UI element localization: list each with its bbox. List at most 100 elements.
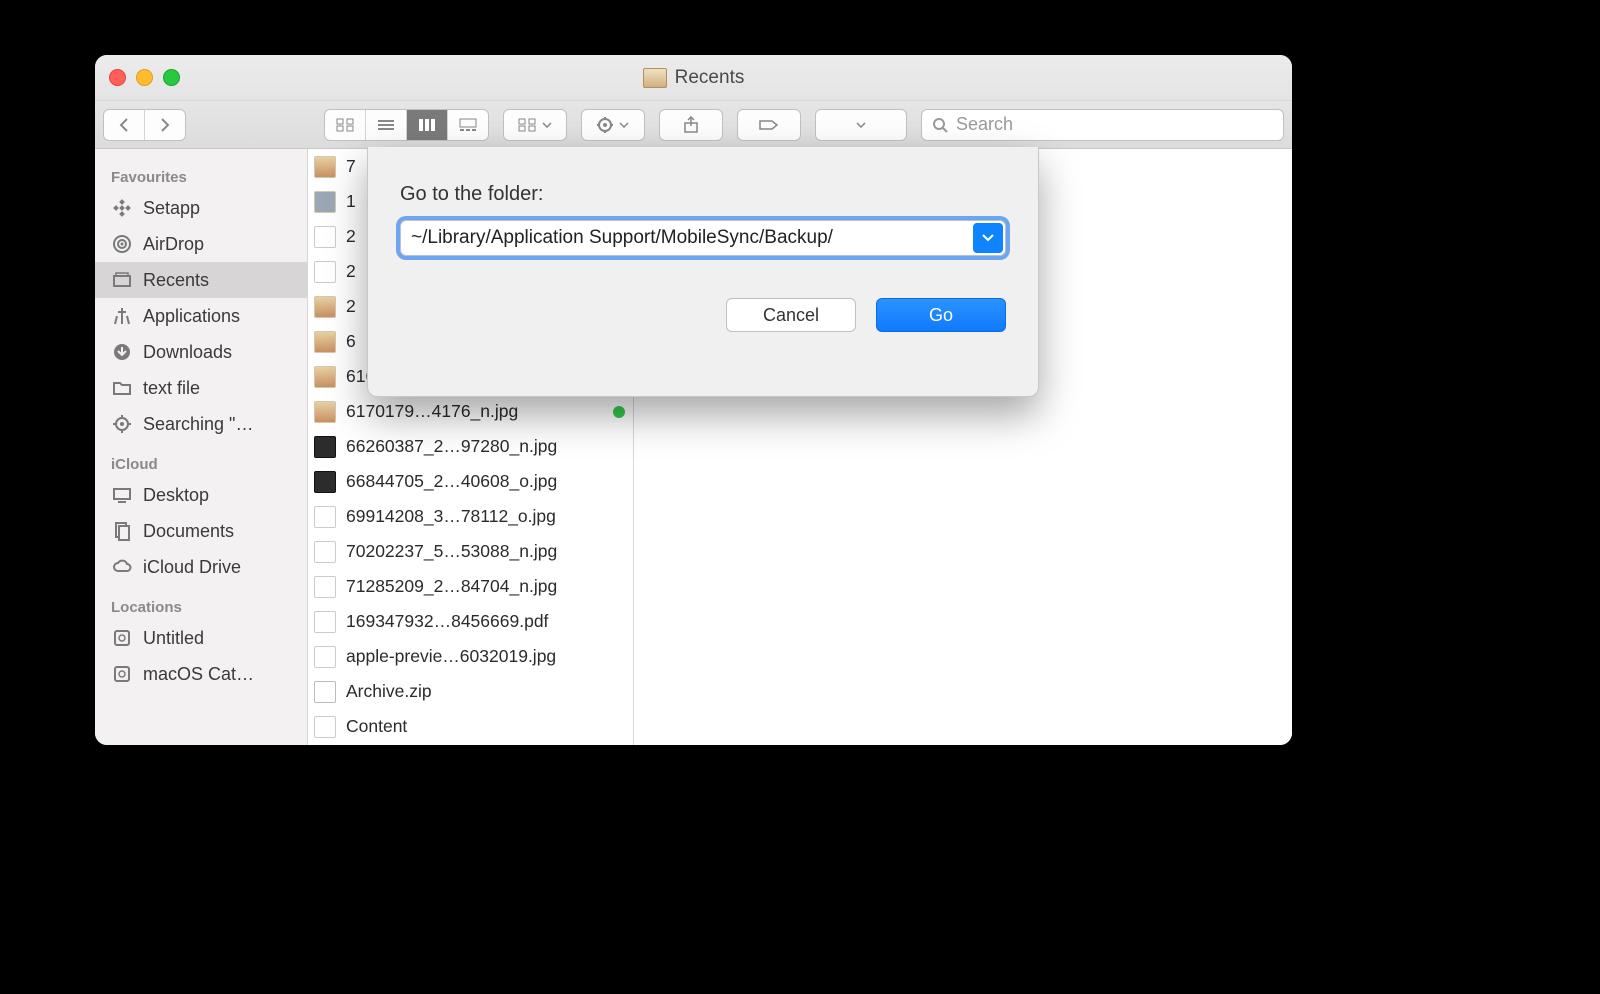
- gear-icon: [111, 413, 133, 435]
- sidebar-item-label: AirDrop: [143, 234, 204, 255]
- sidebar-item-label: Desktop: [143, 485, 209, 506]
- dropdown-button[interactable]: [815, 109, 907, 141]
- file-name: 69914208_3…78112_o.jpg: [346, 506, 556, 527]
- file-thumbnail-icon: [314, 506, 336, 528]
- window-title: Recents: [675, 67, 745, 89]
- back-button[interactable]: [104, 110, 145, 140]
- tags-button[interactable]: [737, 109, 801, 141]
- sidebar-item-applications[interactable]: Applications: [95, 298, 307, 334]
- sidebar-item-desktop[interactable]: Desktop: [95, 477, 307, 513]
- sidebar-item-downloads[interactable]: Downloads: [95, 334, 307, 370]
- sidebar-item-macos-cat-[interactable]: macOS Cat…: [95, 656, 307, 692]
- sidebar-item-airdrop[interactable]: AirDrop: [95, 226, 307, 262]
- file-name: 7: [346, 156, 356, 177]
- sidebar-item-searching-[interactable]: Searching "…: [95, 406, 307, 442]
- file-row[interactable]: Content: [308, 744, 633, 745]
- file-name: 2: [346, 296, 356, 317]
- sidebar-item-label: iCloud Drive: [143, 557, 241, 578]
- file-thumbnail-icon: [314, 156, 336, 178]
- file-row[interactable]: 69914208_3…78112_o.jpg: [308, 499, 633, 534]
- file-row[interactable]: 169347932…8456669.pdf: [308, 604, 633, 639]
- sidebar: Favourites Setapp AirDrop Recents Applicatio…: [95, 149, 308, 745]
- file-row[interactable]: 66844705_2…40608_o.jpg: [308, 464, 633, 499]
- file-name: 2: [346, 226, 356, 247]
- file-row[interactable]: 70202237_5…53088_n.jpg: [308, 534, 633, 569]
- disk-icon: [111, 663, 133, 685]
- sidebar-heading: iCloud: [95, 442, 307, 477]
- go-button[interactable]: Go: [876, 298, 1006, 332]
- documents-icon: [111, 520, 133, 542]
- file-name: 2: [346, 261, 356, 282]
- sidebar-item-documents[interactable]: Documents: [95, 513, 307, 549]
- file-thumbnail-icon: [314, 366, 336, 388]
- list-view-button[interactable]: [366, 110, 407, 140]
- file-name: 66844705_2…40608_o.jpg: [346, 471, 557, 492]
- sidebar-item-label: Untitled: [143, 628, 204, 649]
- gallery-view-button[interactable]: [448, 110, 488, 140]
- toolbar: Search: [95, 101, 1292, 149]
- cancel-button[interactable]: Cancel: [726, 298, 856, 332]
- downloads-icon: [111, 341, 133, 363]
- action-button[interactable]: [581, 109, 645, 141]
- file-thumbnail-icon: [314, 471, 336, 493]
- file-name: 169347932…8456669.pdf: [346, 611, 548, 632]
- titlebar: Recents: [95, 55, 1292, 101]
- cloud-icon: [111, 556, 133, 578]
- goto-folder-sheet: Go to the folder: Cancel Go: [367, 147, 1039, 397]
- search-placeholder: Search: [956, 114, 1013, 135]
- goto-path-input[interactable]: [400, 220, 1006, 256]
- file-thumbnail-icon: [314, 191, 336, 213]
- file-thumbnail-icon: [314, 716, 336, 738]
- file-name: apple-previe…6032019.jpg: [346, 646, 556, 667]
- file-name: 70202237_5…53088_n.jpg: [346, 541, 557, 562]
- file-name: Archive.zip: [346, 681, 432, 702]
- recents-title-icon: [643, 68, 667, 88]
- share-button[interactable]: [659, 109, 723, 141]
- sidebar-item-setapp[interactable]: Setapp: [95, 190, 307, 226]
- file-thumbnail-icon: [314, 436, 336, 458]
- file-name: 71285209_2…84704_n.jpg: [346, 576, 557, 597]
- arrange-button[interactable]: [503, 109, 567, 141]
- file-name: 1: [346, 191, 356, 212]
- folder-icon: [111, 377, 133, 399]
- sidebar-item-label: Recents: [143, 270, 209, 291]
- column-view-button[interactable]: [407, 110, 448, 140]
- file-thumbnail-icon: [314, 646, 336, 668]
- file-thumbnail-icon: [314, 541, 336, 563]
- file-name: Content: [346, 716, 407, 737]
- disk-icon: [111, 627, 133, 649]
- sidebar-item-label: Searching "…: [143, 414, 253, 435]
- desktop-icon: [111, 484, 133, 506]
- sidebar-heading: Favourites: [95, 155, 307, 190]
- airdrop-icon: [111, 233, 133, 255]
- file-row[interactable]: 66260387_2…97280_n.jpg: [308, 429, 633, 464]
- file-row[interactable]: apple-previe…6032019.jpg: [308, 639, 633, 674]
- file-thumbnail-icon: [314, 261, 336, 283]
- view-switcher: [324, 109, 489, 141]
- sidebar-item-label: text file: [143, 378, 200, 399]
- recents-icon: [111, 269, 133, 291]
- sidebar-item-icloud-drive[interactable]: iCloud Drive: [95, 549, 307, 585]
- sidebar-item-text-file[interactable]: text file: [95, 370, 307, 406]
- file-row[interactable]: 6170179…4176_n.jpg: [308, 394, 633, 429]
- sidebar-item-untitled[interactable]: Untitled: [95, 620, 307, 656]
- file-thumbnail-icon: [314, 401, 336, 423]
- sidebar-item-label: Setapp: [143, 198, 200, 219]
- forward-button[interactable]: [145, 110, 185, 140]
- file-thumbnail-icon: [314, 296, 336, 318]
- file-thumbnail-icon: [314, 681, 336, 703]
- sidebar-item-recents[interactable]: Recents: [95, 262, 307, 298]
- search-icon: [932, 117, 948, 133]
- file-row[interactable]: Archive.zip: [308, 674, 633, 709]
- goto-history-button[interactable]: [973, 223, 1003, 253]
- icon-view-button[interactable]: [325, 110, 366, 140]
- file-name: 66260387_2…97280_n.jpg: [346, 436, 557, 457]
- file-row[interactable]: Content: [308, 709, 633, 744]
- finder-window: Recents: [95, 55, 1292, 745]
- file-thumbnail-icon: [314, 611, 336, 633]
- file-row[interactable]: 71285209_2…84704_n.jpg: [308, 569, 633, 604]
- sidebar-item-label: macOS Cat…: [143, 664, 254, 685]
- sidebar-item-label: Downloads: [143, 342, 232, 363]
- search-field[interactable]: Search: [921, 109, 1284, 141]
- sidebar-item-label: Applications: [143, 306, 240, 327]
